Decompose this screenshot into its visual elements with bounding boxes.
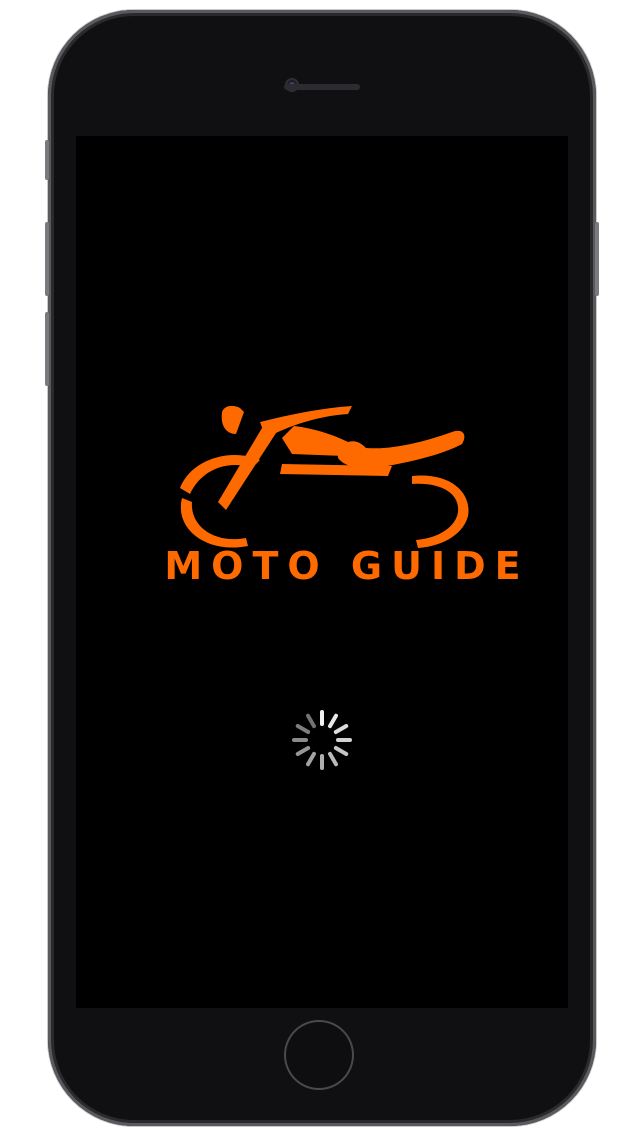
splash-screen: MOTO GUIDE (76, 136, 568, 1008)
app-title: MOTO GUIDE (164, 544, 530, 588)
phone-frame: MOTO GUIDE (45, 10, 599, 1126)
volume-up-button (45, 222, 49, 296)
activity-spinner-icon (292, 710, 352, 770)
power-button (595, 222, 599, 296)
motorcycle-icon (180, 405, 469, 548)
app-logo: MOTO GUIDE (162, 398, 532, 588)
home-button[interactable] (284, 1020, 354, 1090)
mute-switch (45, 140, 49, 180)
earpiece-speaker (284, 84, 360, 90)
volume-down-button (45, 312, 49, 386)
